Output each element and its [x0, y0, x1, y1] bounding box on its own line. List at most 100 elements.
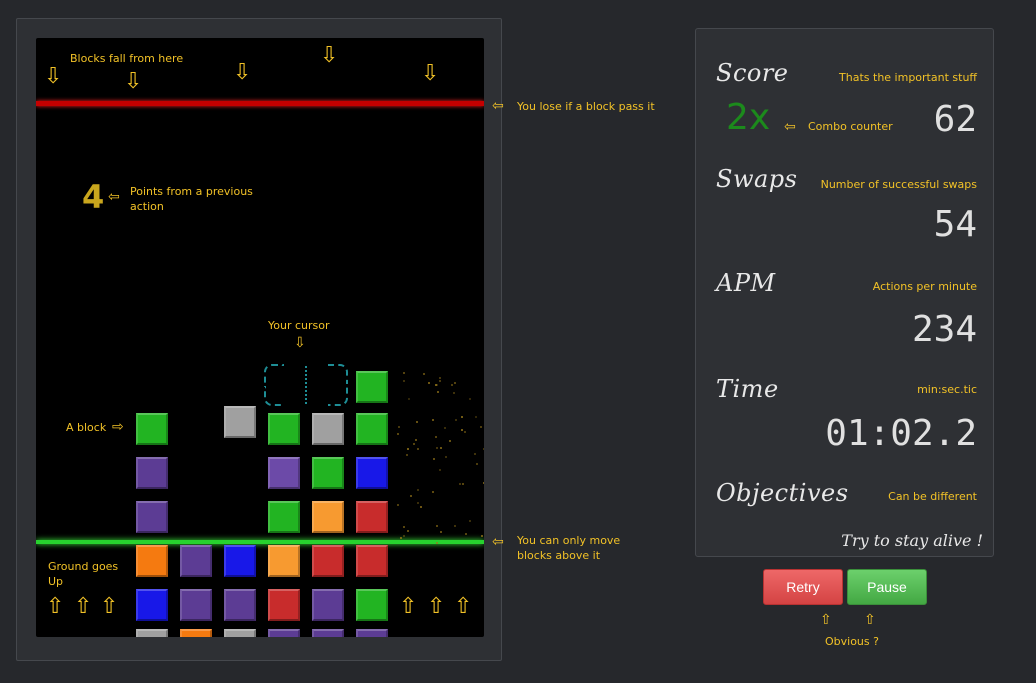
block[interactable]	[356, 457, 388, 489]
sparkle	[406, 529, 409, 532]
annot-ground-goes: Ground goes Up	[48, 559, 118, 589]
sparkle	[402, 526, 405, 529]
annot-blocks-fall: Blocks fall from here	[70, 52, 184, 65]
sparkle	[414, 438, 417, 441]
down-arrow-icon: ⇩	[320, 43, 339, 68]
block[interactable]	[268, 413, 300, 445]
time-value: 01:02.2	[825, 413, 977, 454]
sparkle	[396, 504, 399, 507]
block[interactable]	[356, 629, 388, 637]
right-arrow-icon: ⇨	[112, 419, 124, 435]
block[interactable]	[312, 501, 344, 533]
block[interactable]	[136, 629, 168, 637]
cursor-corner	[328, 364, 348, 384]
sparkle	[434, 384, 437, 387]
block[interactable]	[224, 589, 256, 621]
block[interactable]	[224, 629, 256, 637]
up-arrow-icon: ⇧	[46, 594, 65, 619]
cursor-corner	[264, 386, 284, 406]
block[interactable]	[224, 545, 256, 577]
retry-button[interactable]: Retry	[763, 569, 843, 605]
annot-combo-counter: Combo counter	[808, 120, 893, 133]
block[interactable]	[268, 501, 300, 533]
up-arrow-icon: ⇧	[427, 594, 446, 619]
block[interactable]	[312, 457, 344, 489]
sparkle	[408, 397, 411, 400]
combo-counter: 2x	[726, 97, 771, 138]
sparkle	[439, 468, 442, 471]
score-label: Score	[716, 59, 789, 87]
block[interactable]	[312, 629, 344, 637]
cursor-corner	[328, 386, 348, 406]
sparkle	[432, 457, 435, 460]
sparkle	[464, 431, 466, 434]
block[interactable]	[224, 406, 256, 438]
sparkle	[427, 381, 430, 384]
block[interactable]	[268, 629, 300, 637]
apm-label: APM	[716, 269, 776, 297]
sparkle	[400, 537, 403, 540]
block[interactable]	[356, 545, 388, 577]
sparkle	[455, 418, 458, 421]
left-arrow-icon: ⇦	[108, 189, 120, 205]
sparkle	[406, 447, 409, 450]
block[interactable]	[356, 371, 388, 403]
sparkle	[432, 490, 435, 493]
annot-move-above-line2: blocks above it	[517, 549, 601, 562]
sparkle	[469, 398, 472, 401]
block[interactable]	[268, 545, 300, 577]
sparkle	[481, 534, 484, 537]
objective-text: Try to stay alive !	[841, 531, 983, 550]
block[interactable]	[180, 589, 212, 621]
block[interactable]	[136, 457, 168, 489]
block[interactable]	[312, 545, 344, 577]
block[interactable]	[312, 413, 344, 445]
cursor-corner	[264, 364, 284, 384]
down-arrow-icon: ⇩	[294, 335, 306, 351]
sparkle	[465, 532, 468, 535]
annot-prev-points-line2: action	[130, 200, 164, 213]
sparkle	[398, 426, 401, 429]
sparkle	[437, 390, 440, 393]
block[interactable]	[356, 413, 388, 445]
swaps-note: Number of successful swaps	[820, 178, 977, 191]
sparkle	[461, 428, 464, 431]
sparkle	[482, 448, 484, 451]
sparkle	[450, 383, 453, 386]
block[interactable]	[180, 629, 212, 637]
stats-panel: Score Thats the important stuff 2x ⇦ Com…	[695, 28, 994, 557]
block[interactable]	[268, 589, 300, 621]
block[interactable]	[136, 545, 168, 577]
sparkle	[436, 525, 439, 528]
block[interactable]	[136, 589, 168, 621]
sparkle	[480, 426, 483, 429]
sparkle	[475, 463, 478, 466]
block[interactable]	[356, 501, 388, 533]
game-board[interactable]: 4	[36, 38, 484, 637]
block[interactable]	[136, 413, 168, 445]
sparkle	[416, 488, 419, 491]
sparkle	[435, 447, 438, 450]
ground-line	[36, 540, 484, 544]
up-arrow-icon: ⇧	[74, 594, 93, 619]
block[interactable]	[356, 589, 388, 621]
sparkle	[403, 380, 406, 383]
pause-button[interactable]: Pause	[847, 569, 927, 605]
sparkle	[405, 454, 408, 457]
block[interactable]	[180, 545, 212, 577]
sparkle	[409, 495, 412, 498]
block[interactable]	[136, 501, 168, 533]
annot-lose-line: You lose if a block pass it	[517, 100, 655, 113]
sparkle	[453, 381, 456, 384]
time-label: Time	[716, 375, 779, 403]
sparkle	[460, 416, 463, 418]
up-arrow-icon: ⇧	[864, 612, 876, 628]
cursor	[264, 364, 348, 406]
swaps-label: Swaps	[716, 165, 798, 193]
left-arrow-icon: ⇦	[492, 98, 504, 114]
swaps-value: 54	[933, 204, 977, 245]
objectives-label: Objectives	[716, 479, 849, 507]
block[interactable]	[268, 457, 300, 489]
block[interactable]	[312, 589, 344, 621]
left-arrow-icon: ⇦	[492, 534, 504, 550]
